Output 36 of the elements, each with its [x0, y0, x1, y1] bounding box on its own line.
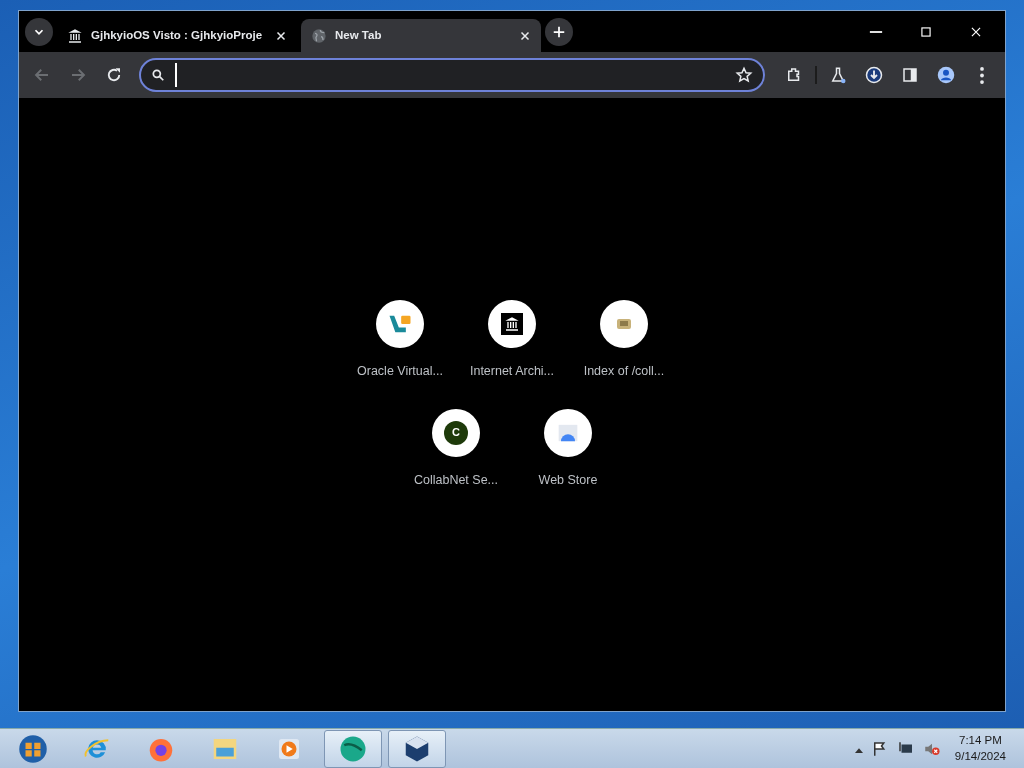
bookmark-star-button[interactable]: [735, 66, 753, 84]
minimize-icon: [869, 30, 883, 33]
menu-icon: [980, 66, 984, 84]
browser-tab[interactable]: GjhkyioOS Visto : GjhkyioProje: [57, 19, 297, 52]
close-icon: [275, 29, 287, 42]
taskbar-app-button[interactable]: [388, 729, 446, 768]
close-tab-icon[interactable]: [519, 29, 531, 42]
reload-icon: [105, 66, 123, 84]
forward-icon: [69, 66, 87, 84]
shortcut-tile[interactable]: Internet Archi...: [456, 291, 568, 389]
search-icon: [151, 68, 165, 82]
shortcut-tile[interactable]: Index of /coll...: [568, 291, 680, 389]
clock[interactable]: 7:14 PM 9/14/2024: [954, 733, 1006, 764]
new-tab-button[interactable]: [545, 17, 573, 46]
museum-icon: [504, 315, 520, 332]
labs-icon: [829, 66, 847, 84]
shortcut-favicon: C: [432, 408, 480, 457]
close-tab-icon[interactable]: [275, 29, 287, 42]
shortcut-tile[interactable]: Oracle Virtual...: [344, 291, 456, 389]
plus-icon: [552, 24, 566, 39]
maximize-icon: [919, 24, 933, 39]
side-panel-icon: [901, 66, 919, 84]
taskbar-app-button[interactable]: [324, 729, 382, 768]
museum-icon: [67, 27, 83, 44]
browser-tab[interactable]: New Tab: [301, 19, 541, 52]
download-icon: [865, 66, 883, 84]
back-icon: [33, 66, 51, 84]
shortcut-tile[interactable]: C CollabNet Se...: [400, 400, 512, 498]
shortcut-tile[interactable]: Web Store: [512, 400, 624, 498]
globe-icon: [311, 27, 327, 44]
close-icon: [519, 29, 531, 42]
address-bar[interactable]: [139, 58, 765, 92]
profile-icon: [937, 66, 955, 84]
start-orb-icon: [18, 733, 48, 764]
tab-search-button[interactable]: [25, 17, 53, 46]
star-icon: [735, 66, 753, 84]
